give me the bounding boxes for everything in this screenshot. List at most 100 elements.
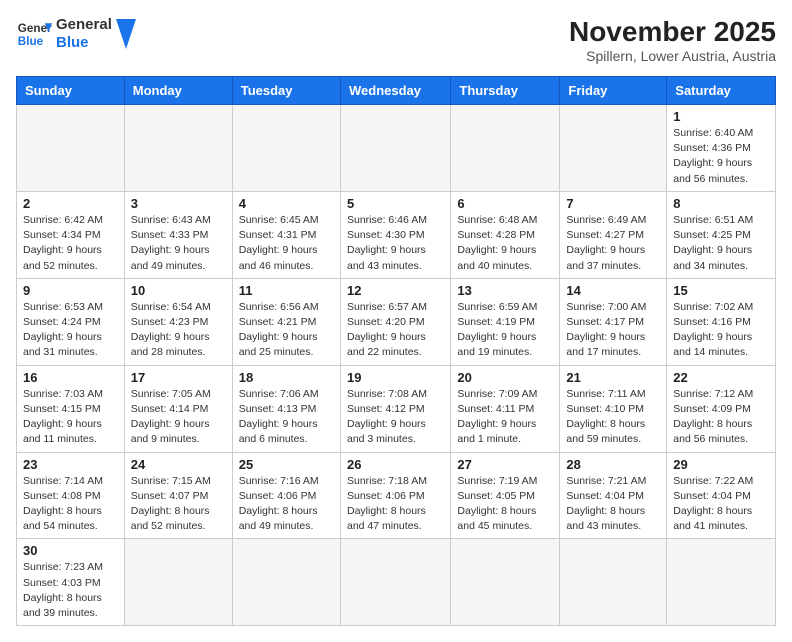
calendar-cell: 16Sunrise: 7:03 AM Sunset: 4:15 PM Dayli… — [17, 365, 125, 452]
day-info: Sunrise: 7:23 AM Sunset: 4:03 PM Dayligh… — [23, 560, 118, 621]
calendar-cell — [667, 539, 776, 626]
day-number: 25 — [239, 457, 334, 472]
day-info: Sunrise: 6:46 AM Sunset: 4:30 PM Dayligh… — [347, 213, 444, 274]
calendar-cell: 11Sunrise: 6:56 AM Sunset: 4:21 PM Dayli… — [232, 278, 340, 365]
logo-icon: General Blue — [16, 16, 52, 52]
weekday-header-friday: Friday — [560, 77, 667, 105]
day-number: 30 — [23, 543, 118, 558]
day-info: Sunrise: 6:45 AM Sunset: 4:31 PM Dayligh… — [239, 213, 334, 274]
day-number: 27 — [457, 457, 553, 472]
weekday-header-thursday: Thursday — [451, 77, 560, 105]
day-number: 14 — [566, 283, 660, 298]
logo-blue-text: Blue — [56, 34, 112, 52]
weekday-header-tuesday: Tuesday — [232, 77, 340, 105]
day-info: Sunrise: 7:00 AM Sunset: 4:17 PM Dayligh… — [566, 300, 660, 361]
day-number: 28 — [566, 457, 660, 472]
logo: General Blue General Blue — [16, 16, 136, 52]
calendar-cell: 19Sunrise: 7:08 AM Sunset: 4:12 PM Dayli… — [340, 365, 450, 452]
calendar-cell — [340, 105, 450, 192]
weekday-header-monday: Monday — [124, 77, 232, 105]
calendar-cell — [451, 539, 560, 626]
day-number: 12 — [347, 283, 444, 298]
day-info: Sunrise: 6:54 AM Sunset: 4:23 PM Dayligh… — [131, 300, 226, 361]
calendar-week-row: 2 Sunrise: 6:42 AM Sunset: 4:34 PM Daylig… — [17, 191, 776, 278]
day-number: 17 — [131, 370, 226, 385]
calendar-cell — [560, 539, 667, 626]
calendar-week-row: 30 Sunrise: 7:23 AM Sunset: 4:03 PM Dayli… — [17, 539, 776, 626]
day-number: 21 — [566, 370, 660, 385]
day-number: 16 — [23, 370, 118, 385]
calendar-cell: 7Sunrise: 6:49 AM Sunset: 4:27 PM Daylig… — [560, 191, 667, 278]
calendar-cell: 24Sunrise: 7:15 AM Sunset: 4:07 PM Dayli… — [124, 452, 232, 539]
calendar-cell: 1 Sunrise: 6:40 AM Sunset: 4:36 PM Daylig… — [667, 105, 776, 192]
calendar-cell: 30 Sunrise: 7:23 AM Sunset: 4:03 PM Dayli… — [17, 539, 125, 626]
calendar-cell: 8Sunrise: 6:51 AM Sunset: 4:25 PM Daylig… — [667, 191, 776, 278]
day-info: Sunrise: 7:21 AM Sunset: 4:04 PM Dayligh… — [566, 474, 660, 535]
calendar-week-row: 9Sunrise: 6:53 AM Sunset: 4:24 PM Daylig… — [17, 278, 776, 365]
calendar-cell: 21 Sunrise: 7:11 AM Sunset: 4:10 PM Dayli… — [560, 365, 667, 452]
calendar-week-row: 1 Sunrise: 6:40 AM Sunset: 4:36 PM Daylig… — [17, 105, 776, 192]
calendar-cell: 3 Sunrise: 6:43 AM Sunset: 4:33 PM Daylig… — [124, 191, 232, 278]
calendar-cell: 25 Sunrise: 7:16 AM Sunset: 4:06 PM Dayli… — [232, 452, 340, 539]
day-info: Sunrise: 7:11 AM Sunset: 4:10 PM Dayligh… — [566, 387, 660, 448]
calendar-cell: 17 Sunrise: 7:05 AM Sunset: 4:14 PM Dayli… — [124, 365, 232, 452]
calendar-cell — [560, 105, 667, 192]
weekday-header-sunday: Sunday — [17, 77, 125, 105]
day-number: 1 — [673, 109, 769, 124]
weekday-header-row: SundayMondayTuesdayWednesdayThursdayFrid… — [17, 77, 776, 105]
day-info: Sunrise: 6:51 AM Sunset: 4:25 PM Dayligh… — [673, 213, 769, 274]
calendar-cell: 18Sunrise: 7:06 AM Sunset: 4:13 PM Dayli… — [232, 365, 340, 452]
day-info: Sunrise: 7:14 AM Sunset: 4:08 PM Dayligh… — [23, 474, 118, 535]
day-number: 13 — [457, 283, 553, 298]
calendar-cell: 20Sunrise: 7:09 AM Sunset: 4:11 PM Dayli… — [451, 365, 560, 452]
day-number: 15 — [673, 283, 769, 298]
day-info: Sunrise: 7:19 AM Sunset: 4:05 PM Dayligh… — [457, 474, 553, 535]
day-number: 6 — [457, 196, 553, 211]
calendar-cell — [232, 105, 340, 192]
calendar-cell: 9Sunrise: 6:53 AM Sunset: 4:24 PM Daylig… — [17, 278, 125, 365]
day-info: Sunrise: 6:57 AM Sunset: 4:20 PM Dayligh… — [347, 300, 444, 361]
day-number: 29 — [673, 457, 769, 472]
calendar-cell: 28 Sunrise: 7:21 AM Sunset: 4:04 PM Dayli… — [560, 452, 667, 539]
month-title: November 2025 — [569, 16, 776, 48]
logo-triangle-icon — [116, 19, 136, 49]
calendar-cell: 27 Sunrise: 7:19 AM Sunset: 4:05 PM Dayli… — [451, 452, 560, 539]
calendar-cell: 14 Sunrise: 7:00 AM Sunset: 4:17 PM Dayli… — [560, 278, 667, 365]
day-number: 5 — [347, 196, 444, 211]
day-number: 23 — [23, 457, 118, 472]
day-info: Sunrise: 6:40 AM Sunset: 4:36 PM Dayligh… — [673, 126, 769, 187]
calendar-table: SundayMondayTuesdayWednesdayThursdayFrid… — [16, 76, 776, 626]
day-info: Sunrise: 7:02 AM Sunset: 4:16 PM Dayligh… — [673, 300, 769, 361]
day-info: Sunrise: 7:16 AM Sunset: 4:06 PM Dayligh… — [239, 474, 334, 535]
day-number: 2 — [23, 196, 118, 211]
day-info: Sunrise: 6:59 AM Sunset: 4:19 PM Dayligh… — [457, 300, 553, 361]
day-info: Sunrise: 6:43 AM Sunset: 4:33 PM Dayligh… — [131, 213, 226, 274]
calendar-cell — [17, 105, 125, 192]
day-info: Sunrise: 7:09 AM Sunset: 4:11 PM Dayligh… — [457, 387, 553, 448]
calendar-cell: 26Sunrise: 7:18 AM Sunset: 4:06 PM Dayli… — [340, 452, 450, 539]
day-info: Sunrise: 6:56 AM Sunset: 4:21 PM Dayligh… — [239, 300, 334, 361]
calendar-cell: 13 Sunrise: 6:59 AM Sunset: 4:19 PM Dayli… — [451, 278, 560, 365]
calendar-cell: 10 Sunrise: 6:54 AM Sunset: 4:23 PM Dayli… — [124, 278, 232, 365]
calendar-cell — [124, 105, 232, 192]
weekday-header-wednesday: Wednesday — [340, 77, 450, 105]
title-area: November 2025 Spillern, Lower Austria, A… — [569, 16, 776, 64]
calendar-cell: 2 Sunrise: 6:42 AM Sunset: 4:34 PM Daylig… — [17, 191, 125, 278]
day-number: 3 — [131, 196, 226, 211]
calendar-cell: 22Sunrise: 7:12 AM Sunset: 4:09 PM Dayli… — [667, 365, 776, 452]
day-info: Sunrise: 7:05 AM Sunset: 4:14 PM Dayligh… — [131, 387, 226, 448]
calendar-cell: 15 Sunrise: 7:02 AM Sunset: 4:16 PM Dayli… — [667, 278, 776, 365]
calendar-cell: 4Sunrise: 6:45 AM Sunset: 4:31 PM Daylig… — [232, 191, 340, 278]
day-number: 26 — [347, 457, 444, 472]
day-number: 10 — [131, 283, 226, 298]
calendar-cell — [340, 539, 450, 626]
day-info: Sunrise: 6:49 AM Sunset: 4:27 PM Dayligh… — [566, 213, 660, 274]
day-info: Sunrise: 6:42 AM Sunset: 4:34 PM Dayligh… — [23, 213, 118, 274]
logo-general-text: General — [56, 16, 112, 34]
page-header: General Blue General Blue November 2025 … — [16, 16, 776, 64]
calendar-cell: 6Sunrise: 6:48 AM Sunset: 4:28 PM Daylig… — [451, 191, 560, 278]
calendar-cell — [451, 105, 560, 192]
calendar-cell: 29Sunrise: 7:22 AM Sunset: 4:04 PM Dayli… — [667, 452, 776, 539]
day-number: 22 — [673, 370, 769, 385]
calendar-cell — [124, 539, 232, 626]
